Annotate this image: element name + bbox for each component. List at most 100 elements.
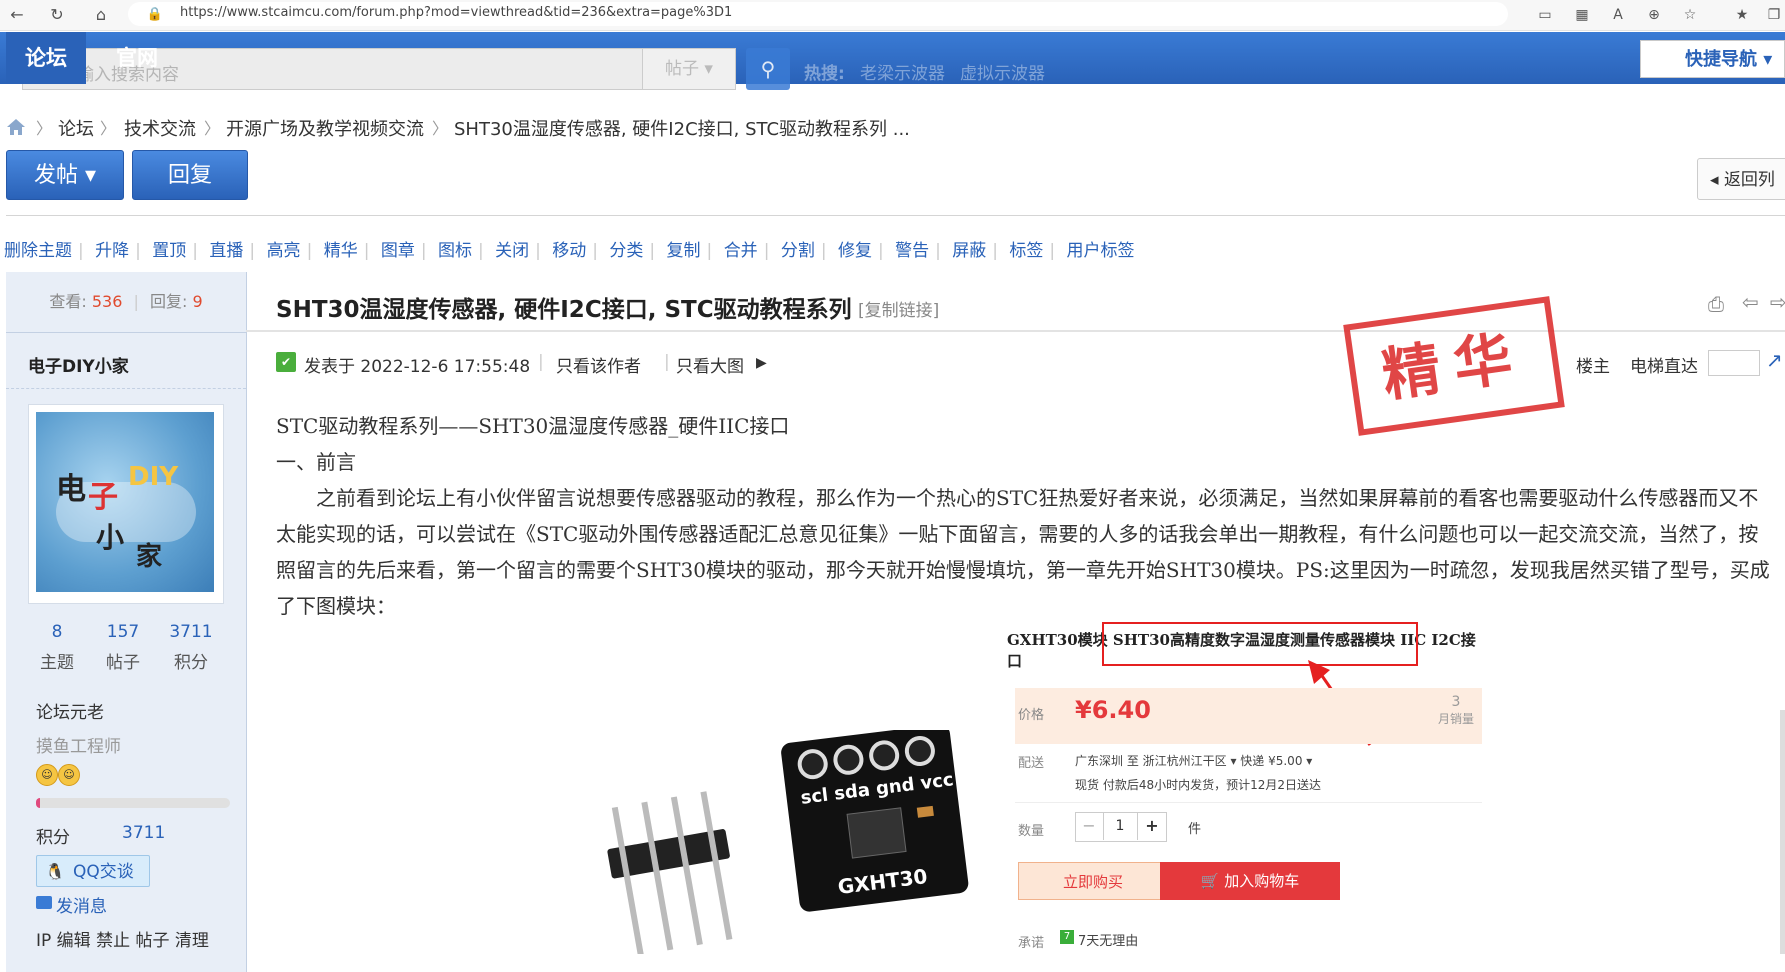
- mod-action[interactable]: 标签: [1009, 241, 1043, 261]
- buy-now-button: 立即购买: [1018, 862, 1168, 900]
- tab-official[interactable]: 官网: [92, 32, 182, 84]
- divider: [1015, 802, 1482, 803]
- read-aloud-icon[interactable]: A: [1608, 5, 1628, 25]
- prev-thread-icon[interactable]: ⇦: [1742, 290, 1759, 314]
- mod-action[interactable]: 升降: [95, 241, 129, 261]
- home-icon[interactable]: ⌂: [90, 4, 112, 26]
- smiley-icon: ☺: [58, 764, 80, 786]
- progress-bar: [36, 798, 230, 808]
- hot-search-link[interactable]: 老梁示波器: [860, 59, 945, 84]
- author-stat-posts[interactable]: 157 帖子: [88, 622, 158, 673]
- back-to-list-button[interactable]: ◂ 返回列: [1697, 158, 1785, 200]
- copy-link[interactable]: [复制链接]: [858, 296, 939, 321]
- mod-action[interactable]: 分割: [781, 241, 815, 261]
- zoom-icon[interactable]: ⊕: [1644, 5, 1664, 25]
- mod-action[interactable]: 移动: [552, 241, 586, 261]
- reload-icon[interactable]: ↻: [46, 4, 68, 26]
- lock-icon[interactable]: 🔒: [144, 4, 166, 26]
- admin-links[interactable]: IP 编辑 禁止 帖子 清理: [36, 926, 209, 951]
- separator: |: [538, 352, 544, 372]
- author-name[interactable]: 电子DIY小家: [28, 352, 129, 377]
- mod-action[interactable]: 直播: [209, 241, 243, 261]
- favorites-icon[interactable]: ★: [1732, 5, 1752, 25]
- qty-label: 数量: [1018, 824, 1045, 839]
- ship-note: 现货 付款后48小时内发货，预计12月2日送达: [1075, 778, 1321, 792]
- mod-action[interactable]: 警告: [895, 241, 929, 261]
- search-icon[interactable]: ⚲: [746, 48, 790, 90]
- mod-action[interactable]: 关闭: [495, 241, 529, 261]
- hot-search-link[interactable]: 虚拟示波器: [960, 59, 1045, 84]
- divider: [6, 215, 1785, 216]
- scrollbar[interactable]: [1780, 710, 1785, 954]
- moderator-actions: 删除主题 | 升降 | 置顶 | 直播 | 高亮 | 精华 | 图章 | 图标 | 关闭 | 移动…: [4, 241, 1135, 261]
- reply-button[interactable]: 回复: [132, 150, 248, 200]
- send-message-link[interactable]: 发消息: [56, 892, 107, 917]
- print-icon[interactable]: ⎙: [1708, 292, 1724, 316]
- author-stat-topics[interactable]: 8 主题: [22, 622, 92, 673]
- play-arrow-icon[interactable]: ▶: [756, 355, 767, 371]
- mod-action[interactable]: 分类: [609, 241, 643, 261]
- ship-label: 配送: [1018, 756, 1045, 771]
- monthly-sales: 3 月销量: [1438, 694, 1475, 726]
- breadcrumb-forum[interactable]: 论坛: [58, 115, 94, 141]
- post-line: STC驱动教程系列——SHT30温湿度传感器_硬件IIC接口: [276, 414, 790, 438]
- breadcrumb-separator: 〉: [100, 119, 117, 138]
- mod-action[interactable]: 复制: [667, 241, 701, 261]
- mod-action[interactable]: 图标: [438, 241, 472, 261]
- qq-penguin-icon: 🐧: [45, 862, 65, 881]
- jump-icon[interactable]: ↗: [1766, 348, 1783, 372]
- mod-action[interactable]: 修复: [838, 241, 872, 261]
- collections-icon[interactable]: ❐: [1764, 5, 1784, 25]
- promise-label: 承诺: [1018, 936, 1045, 951]
- floor-jump-input[interactable]: [1708, 350, 1760, 376]
- back-icon[interactable]: ←: [6, 4, 28, 26]
- favorite-add-icon[interactable]: ☆: [1680, 5, 1700, 25]
- price-label: 价格: [1018, 708, 1045, 723]
- avatar[interactable]: 电 子 DIY 小 家: [36, 412, 214, 592]
- reply-count: 9: [192, 292, 203, 311]
- qty-minus-button: −: [1075, 812, 1104, 840]
- home-breadcrumb-icon[interactable]: [6, 118, 26, 136]
- next-thread-icon[interactable]: ⇨: [1770, 290, 1785, 314]
- add-to-cart-button: 🛒 加入购物车: [1160, 862, 1340, 900]
- only-author-link[interactable]: 只看该作者: [556, 352, 641, 377]
- progress-bar-fill: [36, 798, 40, 808]
- thread-title: SHT30温湿度传感器, 硬件I2C接口, STC驱动教程系列: [276, 297, 852, 323]
- price-value: ¥6.40: [1075, 696, 1151, 724]
- mod-action[interactable]: 精华: [324, 241, 358, 261]
- breadcrumb-open-source[interactable]: 开源广场及教学视频交流: [226, 115, 424, 141]
- mod-action[interactable]: 合并: [724, 241, 758, 261]
- smiley-icon: ☺: [36, 764, 58, 786]
- qq-chat-button[interactable]: 🐧 QQ交谈: [36, 855, 150, 887]
- new-post-button[interactable]: 发帖 ▾: [6, 150, 124, 200]
- view-large-images-link[interactable]: 只看大图: [676, 352, 744, 377]
- thread-stats: 查看: 536 | 回复: 9: [6, 272, 246, 333]
- post-line: 一、前言: [276, 450, 356, 474]
- mod-action[interactable]: 屏蔽: [952, 241, 986, 261]
- mod-action[interactable]: 置顶: [152, 241, 186, 261]
- score-label: 积分: [36, 828, 70, 848]
- score-value: 3711: [122, 823, 166, 843]
- tab-forum[interactable]: 论坛: [6, 32, 86, 84]
- qty-plus-button: +: [1137, 812, 1166, 840]
- elevator-label: 电梯直达: [1630, 357, 1698, 377]
- mod-action[interactable]: 高亮: [267, 241, 301, 261]
- mod-action[interactable]: 用户标签: [1067, 241, 1135, 261]
- qr-icon[interactable]: ▦: [1572, 5, 1592, 25]
- post-date: 发表于 2022-12-6 17:55:48: [304, 357, 531, 377]
- author-stat-points[interactable]: 3711 积分: [156, 622, 226, 673]
- breadcrumb-current: SHT30温湿度传感器, 硬件I2C接口, STC驱动教程系列 ...: [454, 119, 910, 140]
- url-text: https://www.stcaimcu.com/forum.php?mod=v…: [180, 5, 733, 20]
- quick-nav-button[interactable]: 快捷导航 ▾: [1640, 40, 1785, 78]
- post-paragraph: 之前看到论坛上有小伙伴留言说想要传感器驱动的教程，那么作为一个热心的STC狂热爱…: [276, 486, 1770, 618]
- search-type-select[interactable]: 帖子 ▾: [642, 48, 736, 90]
- qty-value: 1: [1115, 818, 1125, 834]
- online-status-icon: ✔: [276, 352, 296, 372]
- separator: |: [664, 352, 670, 372]
- qty-unit: 件: [1188, 822, 1202, 837]
- breadcrumb-tech[interactable]: 技术交流: [124, 115, 196, 141]
- mod-action[interactable]: 图章: [381, 241, 415, 261]
- view-count: 536: [91, 292, 123, 311]
- mod-action[interactable]: 删除主题: [4, 241, 72, 261]
- app-available-icon[interactable]: ▭: [1535, 5, 1555, 25]
